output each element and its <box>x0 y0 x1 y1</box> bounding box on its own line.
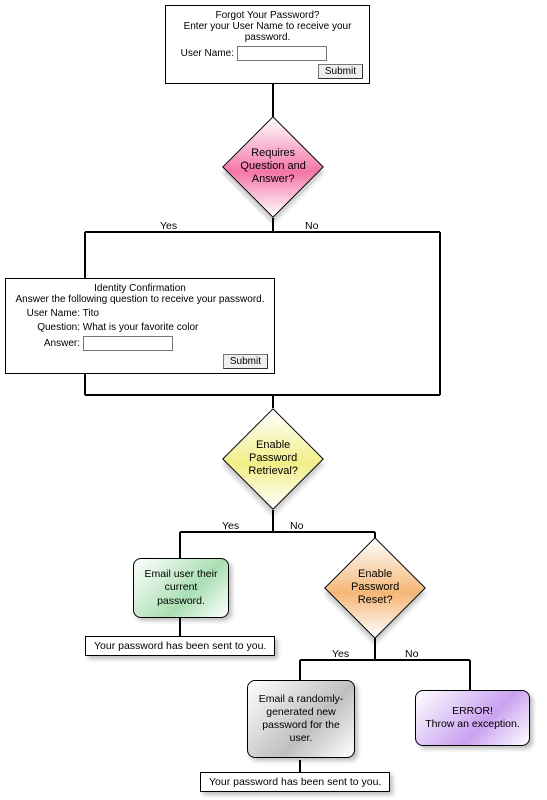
edge-label-no: No <box>305 220 318 232</box>
edge-label-no: No <box>290 520 303 532</box>
action-email-current: Email user their current password. <box>133 558 229 618</box>
result-sent-1: Your password has been sent to you. <box>85 636 275 656</box>
identity-question-label: Question: <box>12 322 80 333</box>
identity-panel: Identity Confirmation Answer the followi… <box>5 278 275 374</box>
identity-answer-label: Answer: <box>12 338 80 349</box>
identity-user-label: User Name: <box>12 308 80 319</box>
identity-question-value: What is your favorite color <box>83 322 199 333</box>
edge-label-yes: Yes <box>222 520 239 532</box>
identity-user-value: Tito <box>83 308 99 319</box>
result-sent-2: Your password has been sent to you. <box>200 772 390 792</box>
decision-requires-qna: Requires Question and Answer? <box>222 116 324 218</box>
user-name-input[interactable] <box>237 46 327 61</box>
user-name-label: User Name: <box>172 48 234 59</box>
forgot-title: Forgot Your Password? <box>172 10 363 21</box>
edge-label-yes: Yes <box>332 648 349 660</box>
identity-answer-input[interactable] <box>83 336 173 351</box>
edge-label-no: No <box>405 648 418 660</box>
forgot-subtitle: Enter your User Name to receive your pas… <box>172 21 363 43</box>
edge-label-yes: Yes <box>160 220 177 232</box>
identity-title: Identity Confirmation <box>12 283 268 294</box>
forgot-password-panel: Forgot Your Password? Enter your User Na… <box>165 5 370 84</box>
identity-submit-button[interactable]: Submit <box>223 354 268 369</box>
decision-enable-reset: Enable Password Reset? <box>324 537 426 639</box>
action-email-new: Email a randomly-generated new password … <box>247 680 355 758</box>
identity-subtitle: Answer the following question to receive… <box>12 294 268 305</box>
forgot-submit-button[interactable]: Submit <box>318 64 363 79</box>
decision-enable-retrieval: Enable Password Retrieval? <box>222 408 324 510</box>
action-error: ERROR! Throw an exception. <box>415 690 530 746</box>
